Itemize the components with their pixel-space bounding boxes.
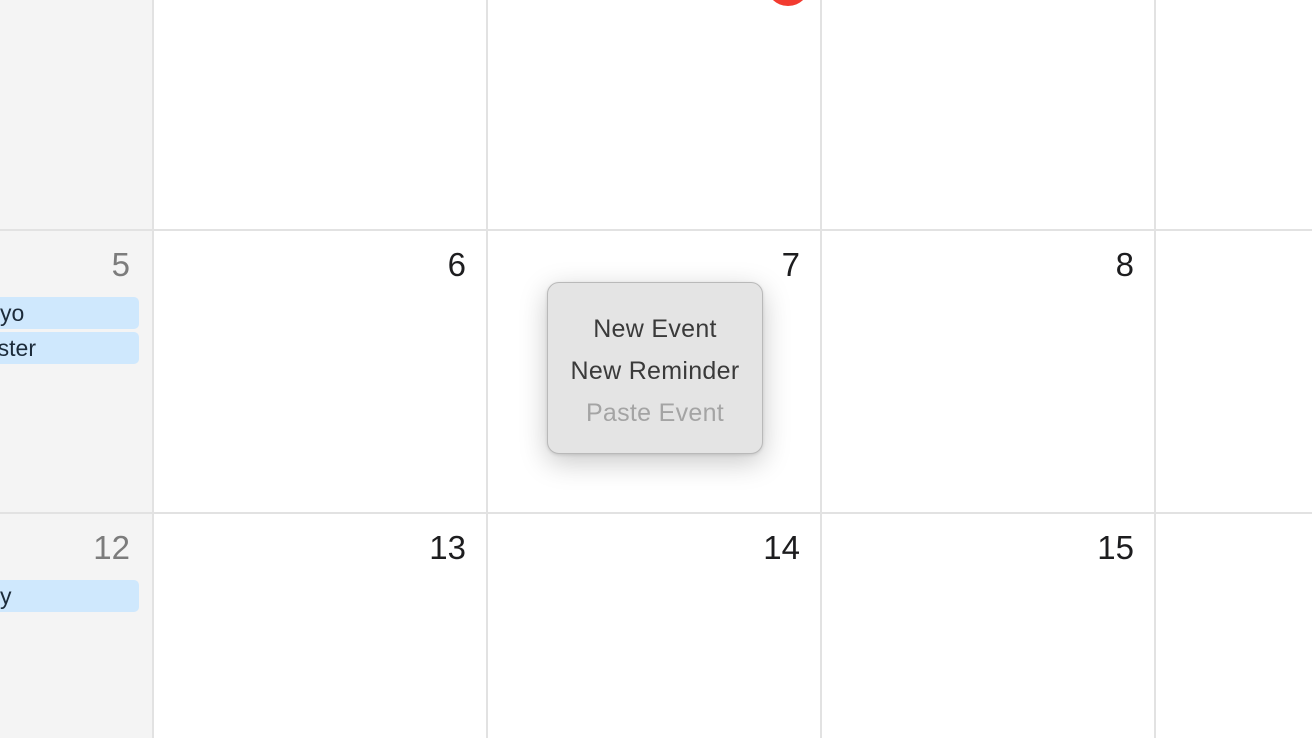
weekend-column <box>0 0 152 738</box>
day-number[interactable]: 8 <box>1064 248 1134 281</box>
context-menu: New Event New Reminder Paste Event <box>547 282 763 454</box>
calendar-event[interactable]: y <box>0 580 139 612</box>
grid-divider <box>486 0 488 738</box>
grid-divider <box>1154 0 1156 738</box>
calendar-event[interactable]: yo <box>0 297 139 329</box>
new-reminder-menu-item[interactable]: New Reminder <box>548 350 762 392</box>
grid-divider <box>820 0 822 738</box>
grid-divider <box>0 512 1312 514</box>
day-number[interactable]: 6 <box>396 248 466 281</box>
grid-divider <box>0 229 1312 231</box>
event-title: yo <box>0 300 25 326</box>
calendar-event[interactable]: ster <box>0 332 139 364</box>
day-number[interactable]: 12 <box>60 531 130 564</box>
event-title: y <box>0 583 12 609</box>
day-number[interactable]: 5 <box>60 248 130 281</box>
calendar-month-grid: 5 6 7 8 yo ster 12 13 14 15 y New Event … <box>0 0 1312 738</box>
event-title: ster <box>0 335 36 361</box>
day-number[interactable]: 14 <box>730 531 800 564</box>
paste-event-menu-item: Paste Event <box>585 399 725 427</box>
new-event-menu-item[interactable]: New Event <box>548 308 762 350</box>
today-indicator <box>766 0 810 6</box>
day-number[interactable]: 15 <box>1064 531 1134 564</box>
grid-divider <box>152 0 154 738</box>
day-number[interactable]: 13 <box>396 531 466 564</box>
day-number[interactable]: 7 <box>730 248 800 281</box>
